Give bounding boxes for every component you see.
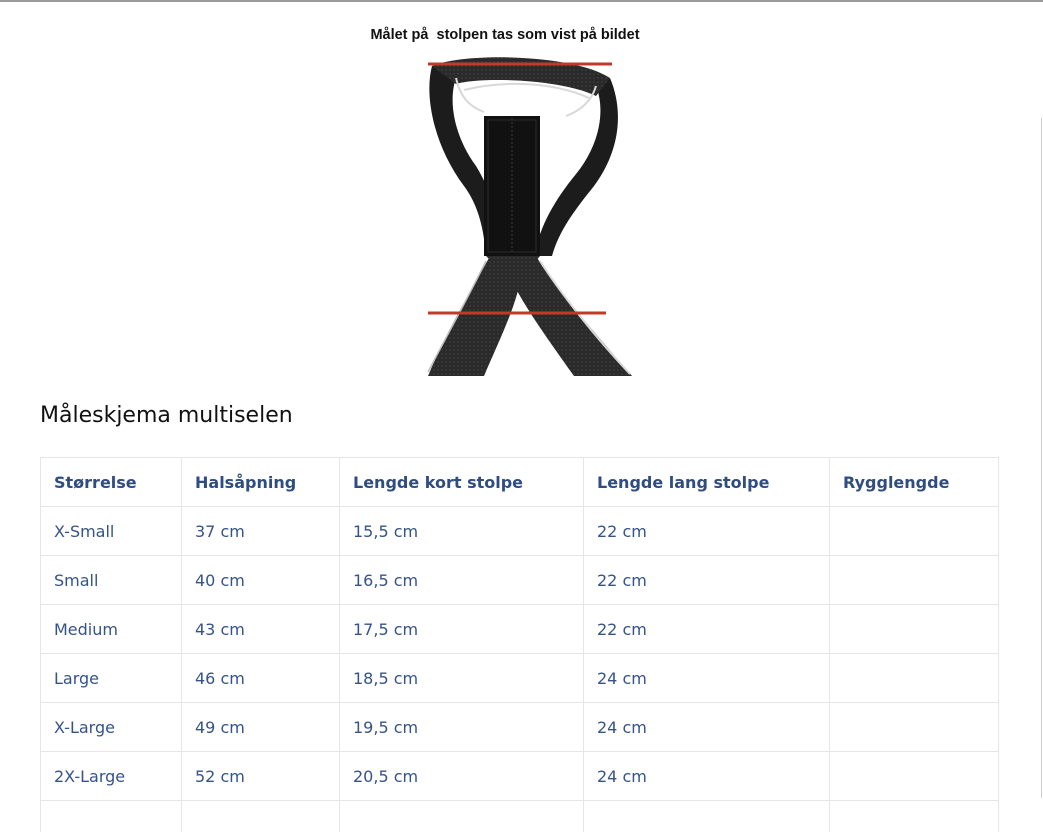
page: Målet på stolpen tas som vist på bildet <box>0 0 1043 832</box>
table-cell-size: X-Small <box>40 506 182 556</box>
table-cell-short-post-length: 15,5 cm <box>339 506 584 556</box>
table-row: 2X-Large 52 cm 20,5 cm 24 cm <box>40 751 999 801</box>
table-row: Large 46 cm 18,5 cm 24 cm <box>40 653 999 703</box>
column-header-back-length: Rygglengde <box>829 457 999 507</box>
table-cell-long-post-length: 24 cm <box>583 702 830 752</box>
table-cell-size: Medium <box>40 604 182 654</box>
table-cell-short-post-length: 17,5 cm <box>339 604 584 654</box>
table-row: Medium 43 cm 17,5 cm 22 cm <box>40 604 999 654</box>
table-cell-back-length <box>829 751 999 801</box>
table-row <box>40 800 999 832</box>
table-row: X-Large 49 cm 19,5 cm 24 cm <box>40 702 999 752</box>
table-cell-size: Small <box>40 555 182 605</box>
table-cell-neck-opening: 43 cm <box>181 604 340 654</box>
table-cell-short-post-length <box>339 800 584 832</box>
table-cell-back-length <box>829 800 999 832</box>
table-cell-back-length <box>829 555 999 605</box>
table-cell-long-post-length: 24 cm <box>583 653 830 703</box>
table-cell-neck-opening: 37 cm <box>181 506 340 556</box>
table-cell-long-post-length <box>583 800 830 832</box>
table-cell-neck-opening: 49 cm <box>181 702 340 752</box>
figure-caption: Målet på stolpen tas som vist på bildet <box>370 27 640 43</box>
table-cell-size: 2X-Large <box>40 751 182 801</box>
table-cell-short-post-length: 18,5 cm <box>339 653 584 703</box>
table-cell-neck-opening: 46 cm <box>181 653 340 703</box>
table-cell-back-length <box>829 653 999 703</box>
column-header-short-post-length: Lengde kort stolpe <box>339 457 584 507</box>
size-chart-table: Størrelse Halsåpning Lengde kort stolpe … <box>40 457 999 832</box>
column-header-size: Størrelse <box>40 457 182 507</box>
table-cell-back-length <box>829 604 999 654</box>
table-cell-neck-opening: 40 cm <box>181 555 340 605</box>
table-cell-long-post-length: 24 cm <box>583 751 830 801</box>
table-cell-size: Large <box>40 653 182 703</box>
table-cell-size <box>40 800 182 832</box>
table-cell-back-length <box>829 506 999 556</box>
table-cell-neck-opening <box>181 800 340 832</box>
table-cell-short-post-length: 19,5 cm <box>339 702 584 752</box>
top-divider <box>0 0 1043 2</box>
table-row: Small 40 cm 16,5 cm 22 cm <box>40 555 999 605</box>
table-cell-long-post-length: 22 cm <box>583 506 830 556</box>
table-cell-long-post-length: 22 cm <box>583 604 830 654</box>
table-cell-short-post-length: 20,5 cm <box>339 751 584 801</box>
dog-harness-photo-icon <box>427 57 632 376</box>
table-header-row: Størrelse Halsåpning Lengde kort stolpe … <box>40 457 999 507</box>
table-cell-short-post-length: 16,5 cm <box>339 555 584 605</box>
size-chart-title: Måleskjema multiselen <box>40 403 293 428</box>
table-cell-neck-opening: 52 cm <box>181 751 340 801</box>
table-row: X-Small 37 cm 15,5 cm 22 cm <box>40 506 999 556</box>
column-header-long-post-length: Lengde lang stolpe <box>583 457 830 507</box>
harness-figure: Målet på stolpen tas som vist på bildet <box>340 20 670 380</box>
scrollbar-track[interactable] <box>1041 118 1042 798</box>
table-cell-long-post-length: 22 cm <box>583 555 830 605</box>
table-cell-back-length <box>829 702 999 752</box>
column-header-neck-opening: Halsåpning <box>181 457 340 507</box>
table-cell-size: X-Large <box>40 702 182 752</box>
